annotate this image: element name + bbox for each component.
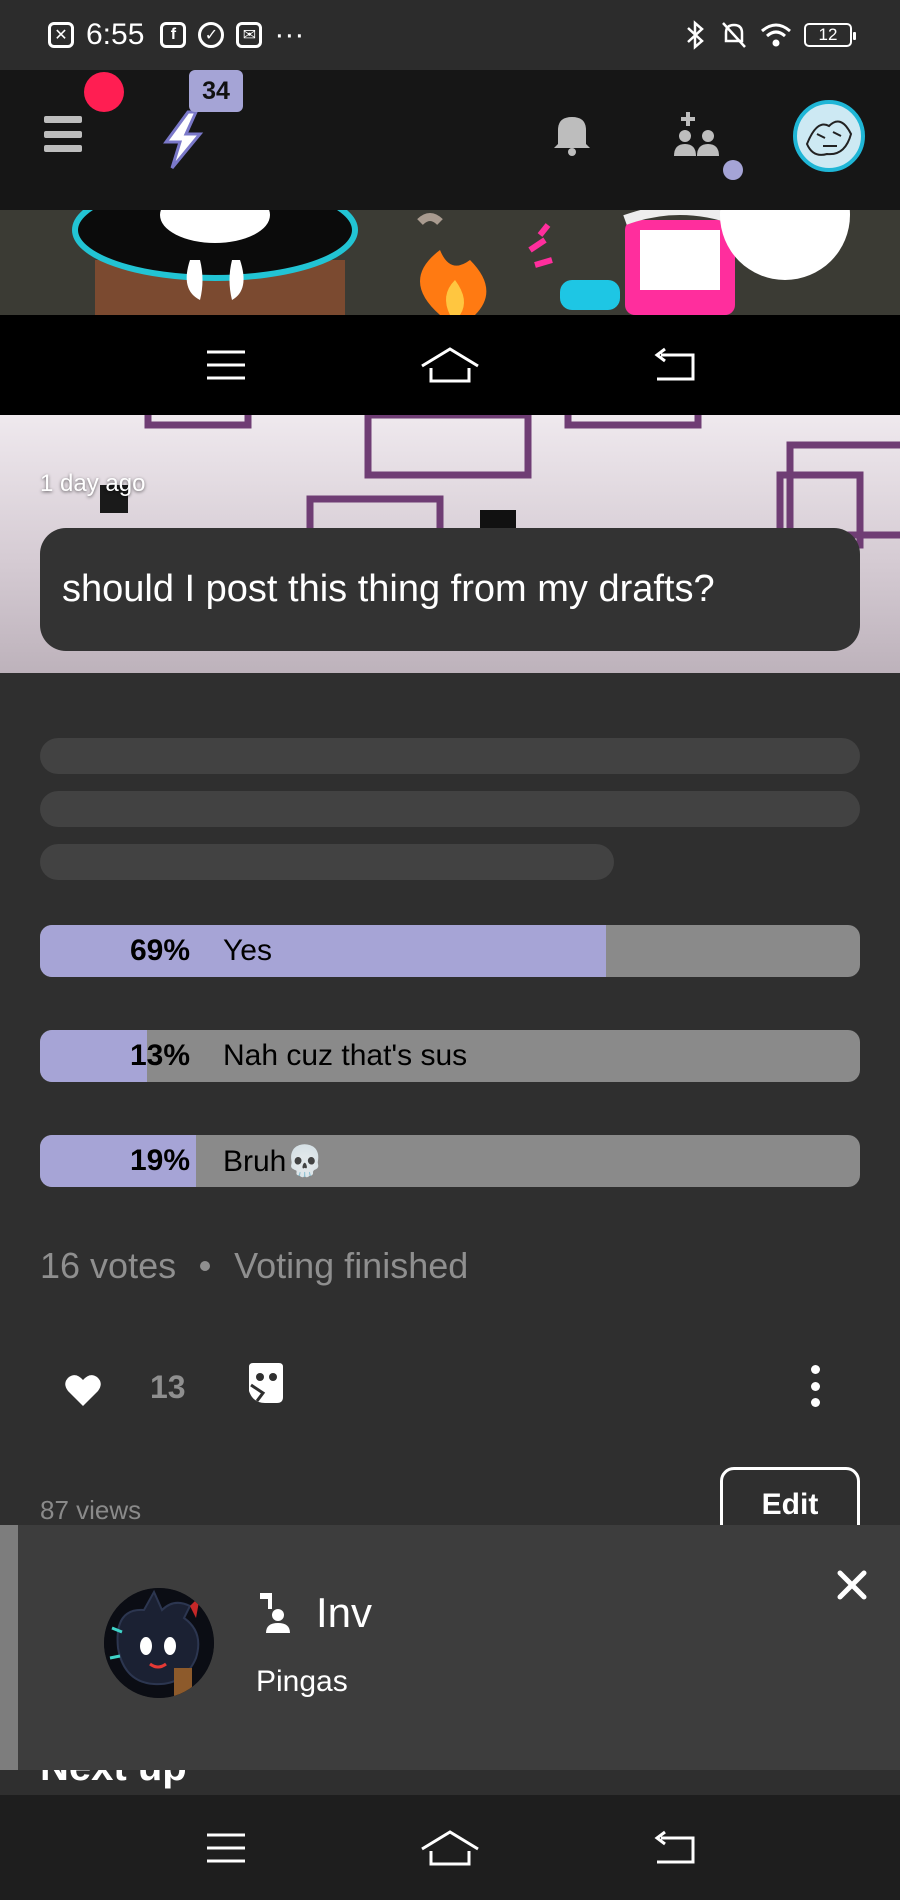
friend-request-dot bbox=[723, 160, 743, 180]
nav-menu-icon[interactable] bbox=[189, 340, 263, 390]
poll-option[interactable]: 69% Yes bbox=[40, 925, 860, 977]
notification-count-badge: 34 bbox=[189, 70, 243, 112]
status-left: ✕ 6:55 f ✓ ✉ ··· bbox=[48, 18, 304, 52]
view-count: 87 views bbox=[40, 1495, 142, 1525]
bell-icon[interactable] bbox=[552, 112, 592, 156]
notification-accent-strip bbox=[0, 1525, 18, 1770]
poll-percent: 19% bbox=[129, 1144, 190, 1177]
banner-artwork bbox=[0, 210, 900, 315]
poll-question: should I post this thing from my drafts? bbox=[40, 528, 860, 651]
screenshot-icon: ✕ bbox=[48, 22, 74, 48]
alert-dot bbox=[84, 72, 124, 112]
avatar-sketch-icon bbox=[805, 120, 853, 156]
notification-title: Inv bbox=[316, 1589, 373, 1636]
poll-option[interactable]: 19% Bruh💀 bbox=[40, 1135, 860, 1187]
check-icon: ✓ bbox=[198, 22, 225, 48]
post-hero: 1 day ago should I post this thing from … bbox=[0, 415, 900, 673]
battery-icon: 12 bbox=[804, 23, 856, 47]
add-friend-icon[interactable] bbox=[672, 112, 722, 158]
poll-option-label: Nah cuz that's sus bbox=[223, 1039, 468, 1072]
system-nav-bar-top bbox=[0, 315, 900, 415]
notification-avatar bbox=[104, 1588, 214, 1698]
more-vertical-icon[interactable] bbox=[805, 1365, 825, 1407]
post-time: 1 day ago bbox=[40, 470, 146, 497]
nav-menu-icon[interactable] bbox=[189, 1823, 263, 1873]
poll-status: Voting finished bbox=[234, 1245, 469, 1286]
vote-count: 16 votes bbox=[40, 1245, 177, 1286]
loading-line bbox=[40, 844, 614, 880]
close-icon[interactable] bbox=[834, 1567, 870, 1603]
nav-home-icon[interactable] bbox=[413, 1823, 487, 1873]
status-right: 12 bbox=[682, 20, 856, 50]
app-header bbox=[0, 70, 900, 210]
post-actions: 13 bbox=[0, 1363, 900, 1423]
notification-subtitle: Pingas bbox=[256, 1665, 348, 1698]
menu-icon[interactable] bbox=[44, 116, 82, 152]
wifi-icon bbox=[761, 23, 791, 47]
profile-avatar[interactable] bbox=[793, 100, 865, 172]
nav-home-icon[interactable] bbox=[413, 340, 487, 390]
poll-option-label: Yes bbox=[223, 934, 272, 967]
poll-percent: 13% bbox=[129, 1039, 190, 1072]
loading-line bbox=[40, 791, 860, 827]
status-time: 6:55 bbox=[86, 18, 145, 51]
mail-icon: ✉ bbox=[236, 22, 263, 48]
status-bar: ✕ 6:55 f ✓ ✉ ··· 12 bbox=[0, 0, 900, 70]
bluetooth-icon bbox=[687, 20, 704, 50]
separator-dot bbox=[200, 1261, 211, 1271]
user-status-icon bbox=[260, 1593, 290, 1633]
like-count: 13 bbox=[150, 1369, 186, 1405]
poll-option[interactable]: 13% Nah cuz that's sus bbox=[40, 1030, 860, 1082]
mute-bell-icon bbox=[722, 22, 746, 48]
app-screen: ✕ 6:55 f ✓ ✉ ··· 12 34 1 day ago should … bbox=[0, 0, 900, 1900]
bolt-icon[interactable] bbox=[158, 110, 208, 170]
facebook-icon: f bbox=[160, 22, 187, 48]
poll-meta: 16 votes Voting finished bbox=[40, 1245, 468, 1287]
more-status-icon: ··· bbox=[274, 18, 305, 51]
poll-option-label: Bruh💀 bbox=[223, 1144, 324, 1178]
nav-back-icon[interactable] bbox=[637, 1823, 711, 1873]
heart-icon[interactable] bbox=[64, 1373, 102, 1407]
nav-back-icon[interactable] bbox=[637, 340, 711, 390]
loading-line bbox=[40, 738, 860, 774]
system-nav-bar bbox=[0, 1795, 900, 1900]
poll-percent: 69% bbox=[129, 934, 190, 967]
notification-banner[interactable]: Inv Pingas bbox=[0, 1525, 900, 1770]
avatar-character-icon bbox=[104, 1588, 214, 1698]
comment-icon[interactable] bbox=[245, 1363, 285, 1407]
